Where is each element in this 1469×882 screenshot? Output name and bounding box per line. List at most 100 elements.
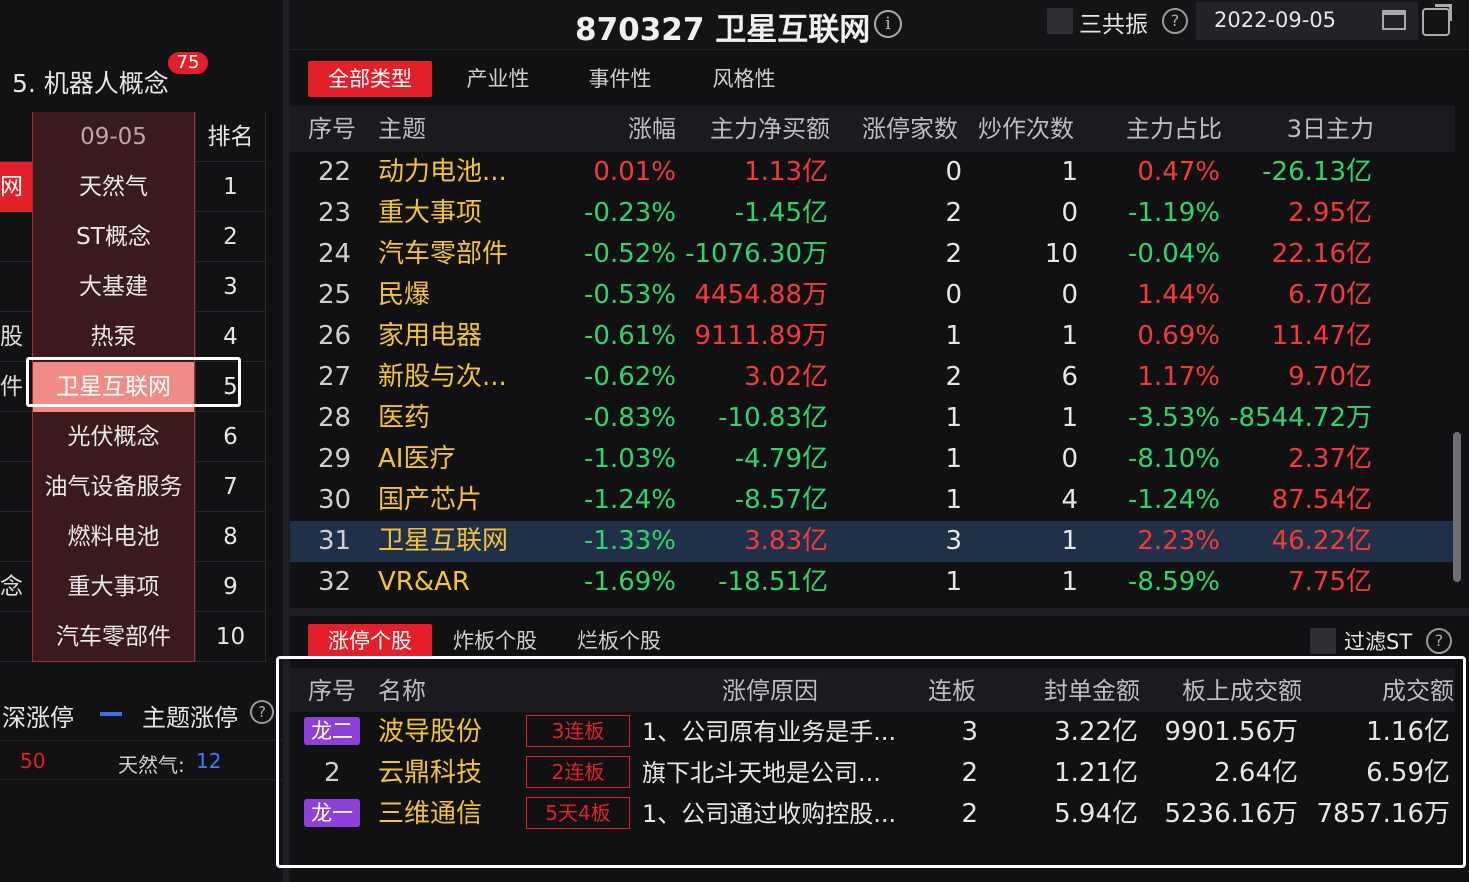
tab-limit-up-stocks[interactable]: 涨停个股 bbox=[308, 624, 432, 658]
theme-name[interactable]: AI医疗 bbox=[378, 439, 455, 480]
rank-theme-name[interactable]: 大基建 bbox=[32, 262, 195, 312]
resonance-checkbox[interactable] bbox=[1047, 8, 1073, 34]
theme-name[interactable]: VR&AR bbox=[378, 562, 470, 603]
col-no[interactable]: 序号 bbox=[308, 106, 356, 152]
help-icon[interactable]: ? bbox=[250, 700, 274, 724]
col-amount[interactable]: 成交额 bbox=[1320, 668, 1454, 714]
rank-row[interactable]: 股热泵 4 bbox=[0, 312, 266, 362]
tab-industry[interactable]: 产业性 bbox=[442, 61, 554, 97]
limit-up-reason[interactable]: 1、公司通过收购控股... bbox=[642, 794, 896, 835]
col-3day-main[interactable]: 3日主力 bbox=[1240, 106, 1374, 152]
col-net-buy[interactable]: 主力净买额 bbox=[690, 106, 830, 152]
theme-name[interactable]: 国产芯片 bbox=[378, 480, 482, 521]
row-no: 2 bbox=[324, 758, 341, 788]
col-change[interactable]: 涨幅 bbox=[580, 106, 676, 152]
table-row[interactable]: 30 国产芯片 -1.24% -8.57亿 1 4 -1.24% 87.54亿 bbox=[290, 480, 1455, 521]
theme-type-tabs: 全部类型 产业性 事件性 风格性 bbox=[290, 56, 1469, 104]
rank-theme-name[interactable]: 光伏概念 bbox=[32, 412, 195, 462]
theme-name[interactable]: 民爆 bbox=[378, 275, 430, 316]
rank-theme-name[interactable]: 汽车零部件 bbox=[32, 612, 195, 662]
tab-weak-stocks[interactable]: 烂板个股 bbox=[566, 624, 672, 658]
table-row[interactable]: 31 卫星互联网 -1.33% 3.83亿 3 1 2.23% 46.22亿 bbox=[290, 521, 1455, 562]
previous-column-cut: 件 bbox=[0, 374, 23, 400]
table-row[interactable]: 27 新股与次... -0.62% 3.02亿 2 6 1.17% 9.70亿 bbox=[290, 357, 1455, 398]
stock-name[interactable]: 波导股份 bbox=[378, 712, 482, 753]
rank-row[interactable]: 念重大事项 9 bbox=[0, 562, 266, 612]
col-reason[interactable]: 涨停原因 bbox=[722, 668, 818, 714]
rank-theme-name[interactable]: 卫星互联网 bbox=[32, 362, 195, 412]
limit-up-reason[interactable]: 1、公司原有业务是手... bbox=[642, 712, 896, 753]
rank-row[interactable]: 件卫星互联网 5 bbox=[0, 362, 266, 412]
tab-broken-stocks[interactable]: 炸板个股 bbox=[440, 624, 550, 658]
rank-row[interactable]: 大基建 3 bbox=[0, 262, 266, 312]
stock-name[interactable]: 云鼎科技 bbox=[378, 753, 482, 794]
rank-theme-name[interactable]: 天然气 bbox=[32, 162, 195, 212]
table-row[interactable]: 龙一 三维通信 5天4板 1、公司通过收购控股... 2 5.94亿 5236.16万 785… bbox=[290, 794, 1455, 835]
rank-row[interactable]: 汽车零部件 10 bbox=[0, 612, 266, 662]
stock-name[interactable]: 三维通信 bbox=[378, 794, 482, 835]
col-main-ratio[interactable]: 主力占比 bbox=[1090, 106, 1222, 152]
table-row[interactable]: 龙二 波导股份 3连板 1、公司原有业务是手... 3 3.22亿 9901.56万 1.16… bbox=[290, 712, 1455, 753]
col-seal-amount[interactable]: 封单金额 bbox=[1010, 668, 1140, 714]
theme-table-scrollbar[interactable] bbox=[1453, 432, 1461, 582]
tab-style[interactable]: 风格性 bbox=[692, 61, 796, 97]
net-buy: 9111.89万 bbox=[694, 321, 828, 351]
rank-row[interactable]: 油气设备服务 7 bbox=[0, 462, 266, 512]
theme-name[interactable]: 重大事项 bbox=[378, 193, 482, 234]
theme-list-title[interactable]: 5. 机器人概念 bbox=[12, 64, 169, 100]
resonance-checkbox-label[interactable]: 三共振 bbox=[1079, 5, 1148, 39]
change-pct: -1.24% bbox=[584, 485, 676, 515]
col-boards[interactable]: 连板 bbox=[928, 668, 976, 714]
theme-name[interactable]: 医药 bbox=[378, 398, 430, 439]
help-circle-icon[interactable]: ? bbox=[1162, 8, 1188, 34]
theme-name[interactable]: 家用电器 bbox=[378, 316, 482, 357]
hype-count: 1 bbox=[1061, 157, 1078, 187]
hype-count: 0 bbox=[1061, 444, 1078, 474]
theme-name[interactable]: 动力电池... bbox=[378, 152, 507, 193]
rank-row[interactable]: 光伏概念 6 bbox=[0, 412, 266, 462]
rank-row[interactable]: ST概念 2 bbox=[0, 212, 266, 262]
tab-event[interactable]: 事件性 bbox=[568, 61, 672, 97]
theme-name[interactable]: 汽车零部件 bbox=[378, 234, 508, 275]
tab-all-types[interactable]: 全部类型 bbox=[308, 61, 432, 97]
net-buy: -1.45亿 bbox=[734, 198, 828, 228]
rank-theme-name[interactable]: 油气设备服务 bbox=[32, 462, 195, 512]
calendar-icon[interactable] bbox=[1382, 10, 1406, 30]
rank-theme-name[interactable]: ST概念 bbox=[32, 212, 195, 262]
col-theme[interactable]: 主题 bbox=[378, 106, 426, 152]
rank-theme-name[interactable]: 燃料电池 bbox=[32, 512, 195, 562]
col-hype-count[interactable]: 炒作次数 bbox=[978, 106, 1074, 152]
main-ratio: 1.17% bbox=[1137, 362, 1220, 392]
export-icon[interactable] bbox=[1422, 8, 1450, 36]
col-no[interactable]: 序号 bbox=[308, 668, 356, 714]
table-row[interactable]: 2 云鼎科技 2连板 旗下北斗天地是公司... 2 1.21亿 2.64亿 6.59亿 bbox=[290, 753, 1455, 794]
col-name[interactable]: 名称 bbox=[378, 668, 426, 714]
table-row[interactable]: 29 AI医疗 -1.03% -4.79亿 1 0 -8.10% 2.37亿 bbox=[290, 439, 1455, 480]
limit-up-reason[interactable]: 旗下北斗天地是公司... bbox=[642, 753, 881, 794]
filter-st-label[interactable]: 过滤ST bbox=[1344, 626, 1412, 656]
table-row[interactable]: 28 医药 -0.83% -10.83亿 1 1 -3.53% -8544.72万 bbox=[290, 398, 1455, 439]
rank-row[interactable]: 网天然气 1 bbox=[0, 162, 266, 212]
section-splitter[interactable] bbox=[290, 608, 1469, 616]
table-row[interactable]: 26 家用电器 -0.61% 9111.89万 1 1 0.69% 11.47亿 bbox=[290, 316, 1455, 357]
help-circle-icon[interactable]: ? bbox=[1426, 628, 1452, 654]
panel-splitter[interactable] bbox=[283, 0, 290, 882]
col-limit-count[interactable]: 涨停家数 bbox=[862, 106, 958, 152]
three-day-main: 9.70亿 bbox=[1288, 362, 1372, 392]
table-row[interactable]: 25 民爆 -0.53% 4454.88万 0 0 1.44% 6.70亿 bbox=[290, 275, 1455, 316]
date-value[interactable]: 2022-09-05 bbox=[1214, 8, 1336, 32]
date-picker[interactable]: 2022-09-05 bbox=[1196, 2, 1418, 40]
rank-row[interactable]: 燃料电池 8 bbox=[0, 512, 266, 562]
col-onboard-amount[interactable]: 板上成交额 bbox=[1152, 668, 1302, 714]
rank-theme-name[interactable]: 重大事项 bbox=[32, 562, 195, 612]
filter-st-checkbox[interactable] bbox=[1310, 628, 1336, 654]
trade-amount: 7857.16万 bbox=[1316, 799, 1450, 829]
rank-theme-name[interactable]: 热泵 bbox=[32, 312, 195, 362]
theme-name[interactable]: 卫星互联网 bbox=[378, 521, 508, 562]
info-circle-icon[interactable]: i bbox=[874, 10, 902, 38]
table-row[interactable]: 23 重大事项 -0.23% -1.45亿 2 0 -1.19% 2.95亿 bbox=[290, 193, 1455, 234]
table-row[interactable]: 22 动力电池... 0.01% 1.13亿 0 1 0.47% -26.13亿 bbox=[290, 152, 1455, 193]
table-row[interactable]: 32 VR&AR -1.69% -18.51亿 1 1 -8.59% 7.75亿 bbox=[290, 562, 1455, 603]
theme-name[interactable]: 新股与次... bbox=[378, 357, 507, 398]
table-row[interactable]: 24 汽车零部件 -0.52% -1076.30万 2 10 -0.04% 22.16亿 bbox=[290, 234, 1455, 275]
